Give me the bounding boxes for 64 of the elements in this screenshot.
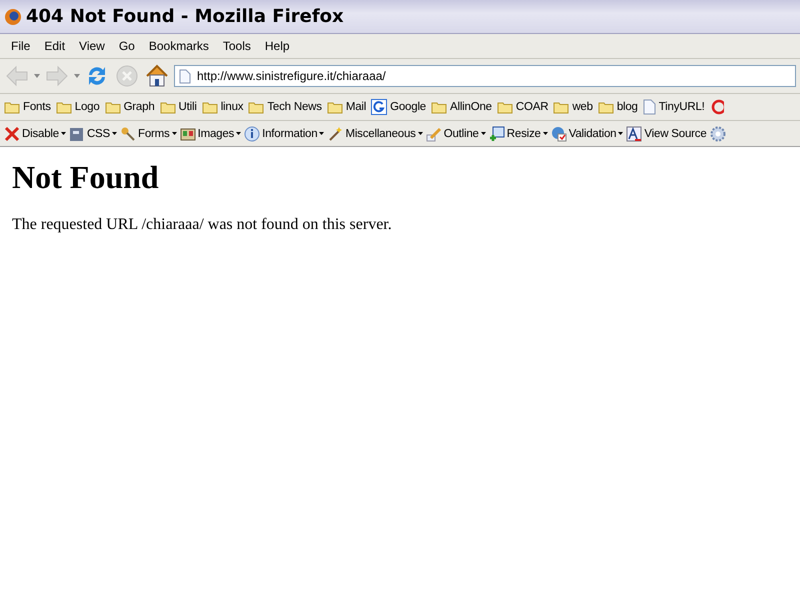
menu-item[interactable]: Help [258, 39, 297, 53]
toolbar-menu[interactable]: Forms [138, 128, 170, 140]
bookmark-item[interactable]: Mail [346, 101, 366, 113]
menu-item[interactable]: Bookmarks [142, 39, 216, 53]
folder-icon [202, 100, 218, 114]
bookmark-item[interactable]: Graph [124, 101, 155, 113]
folder-icon [4, 100, 20, 114]
gear-icon[interactable] [710, 126, 726, 142]
bookmark-icon[interactable] [710, 99, 724, 115]
bookmark-item[interactable]: Google [390, 101, 426, 113]
folder-icon [248, 100, 264, 114]
menu-item[interactable]: View [72, 39, 112, 53]
menu-item[interactable]: Tools [216, 39, 258, 53]
css-icon [68, 126, 85, 142]
bookmark-item[interactable]: TinyURL! [658, 101, 705, 113]
bookmark-item[interactable]: Tech News [267, 101, 322, 113]
globe-check-icon [550, 126, 567, 142]
address-field[interactable]: http://www.sinistrefigure.it/chiaraaa/ [174, 65, 796, 87]
folder-icon [160, 100, 176, 114]
bookmark-item[interactable]: Utili [178, 101, 197, 113]
firefox-logo-icon [4, 8, 22, 26]
bookmark-item[interactable]: AllinOne [450, 101, 492, 113]
dropdown-icon[interactable] [74, 74, 80, 78]
pencil-icon [426, 126, 442, 142]
source-icon [626, 126, 642, 142]
toolbar-menu[interactable]: Validation [568, 128, 616, 140]
window-title: 404 Not Found - Mozilla Firefox [26, 6, 344, 27]
bookmark-item[interactable]: linux [220, 101, 244, 113]
toolbar-menu[interactable]: Resize [506, 128, 541, 140]
bookmark-item[interactable]: web [572, 101, 593, 113]
bookmark-item[interactable]: Logo [74, 101, 100, 113]
toolbar-menu[interactable]: Images [198, 128, 234, 140]
images-icon [180, 126, 196, 142]
page-icon [179, 68, 191, 84]
info-icon [244, 126, 260, 142]
folder-icon [496, 100, 513, 114]
error-message: The requested URL /chiaraaa/ was not found on this server. [12, 216, 393, 234]
toolbar-menu[interactable]: Miscellaneous [345, 128, 416, 140]
toolbar-menu[interactable]: Outline [444, 128, 479, 140]
menu-item[interactable]: File [4, 39, 38, 53]
folder-icon [326, 100, 343, 114]
bookmark-item[interactable]: COAR [516, 101, 548, 113]
resize-icon [488, 126, 505, 142]
wand-icon [327, 126, 344, 142]
toolbar-menu[interactable]: Disable [22, 128, 59, 140]
folder-icon [553, 100, 570, 114]
bookmark-item[interactable]: Fonts [23, 101, 51, 113]
toolbar-menu[interactable]: CSS [86, 128, 110, 140]
folder-icon [104, 100, 121, 114]
folder-icon [56, 100, 72, 114]
dropdown-icon[interactable] [34, 74, 40, 78]
google-icon [371, 99, 388, 115]
menu-item[interactable]: Edit [37, 39, 72, 53]
folder-icon [431, 100, 447, 114]
toolbar-menu[interactable]: View Source [644, 128, 707, 140]
cross-icon [4, 126, 20, 142]
folder-icon [598, 100, 614, 114]
keys-icon [120, 126, 136, 142]
toolbar-menu[interactable]: Information [262, 128, 318, 140]
page-heading: Not Found [12, 159, 160, 196]
menu-item[interactable]: Go [112, 39, 142, 53]
bookmark-item[interactable]: blog [616, 101, 638, 113]
home-button[interactable] [144, 63, 170, 89]
page-icon [642, 99, 656, 115]
